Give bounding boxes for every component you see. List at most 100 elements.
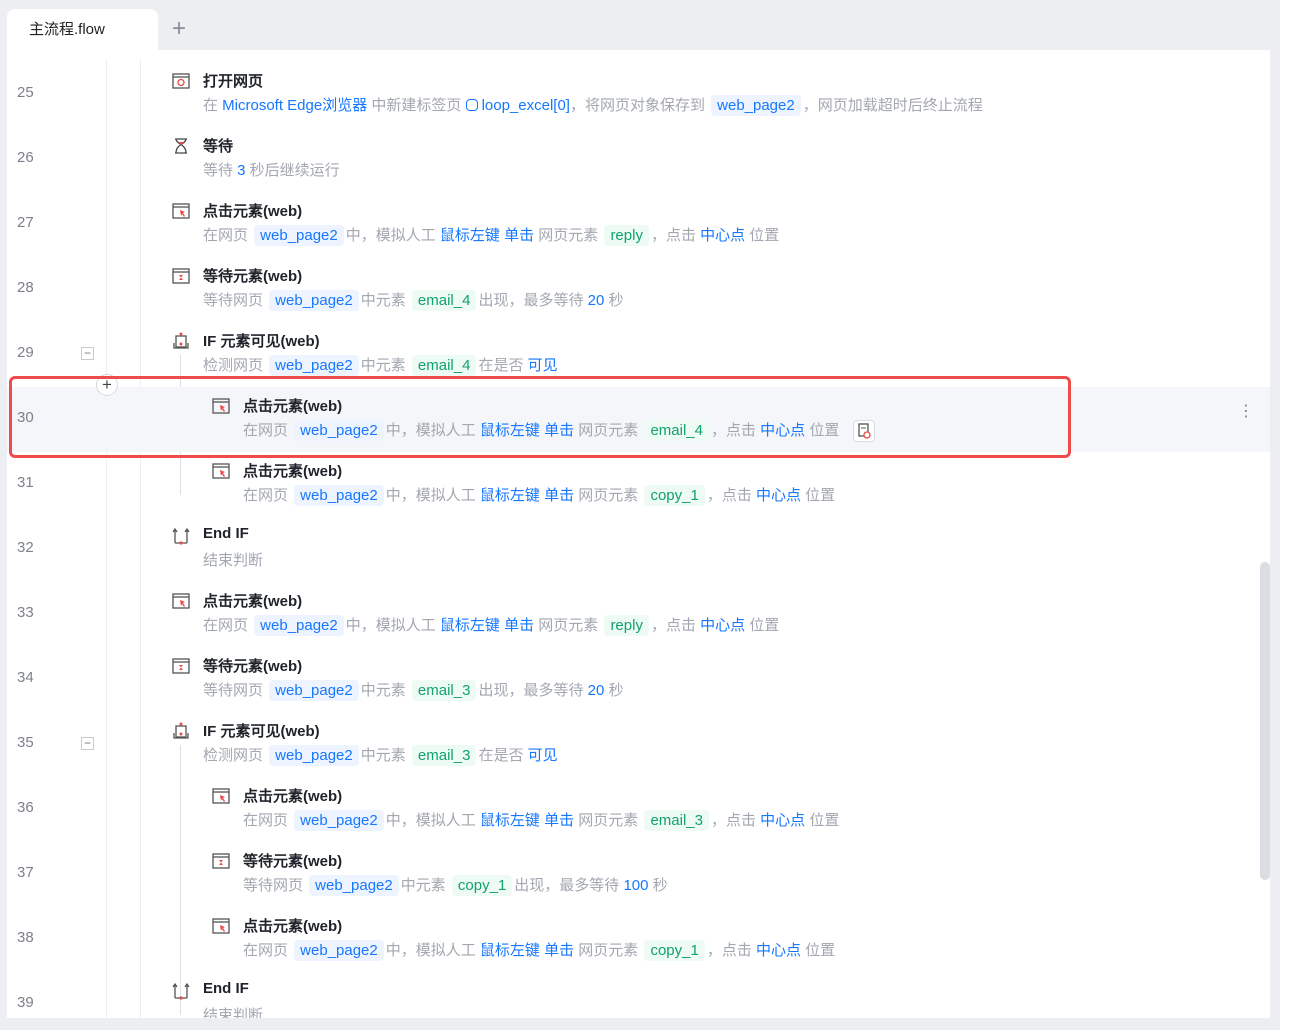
python-icon (465, 99, 478, 111)
step-description: 在网页 web_page2 中，模拟人工 鼠标左键 单击 网页元素 reply ，点… (203, 614, 780, 636)
parameter-link[interactable]: 鼠标左键 单击 (480, 422, 574, 439)
flow-step-row[interactable]: 28 等待元素(web) 等待网页 web_page2 中元素 email_4 出现，最… (7, 257, 1270, 322)
variable-chip[interactable]: web_page2 (294, 940, 384, 961)
add-step-button[interactable]: + (96, 374, 118, 396)
parameter-link[interactable]: 100 (623, 877, 648, 894)
description-text: 位置 (745, 617, 780, 634)
element-chip[interactable]: email_4 (411, 290, 477, 311)
log-icon[interactable] (853, 420, 876, 442)
wait-element-icon (172, 267, 190, 285)
tab-main-flow[interactable]: 主流程.flow (7, 9, 158, 50)
add-tab-button[interactable]: + (166, 14, 192, 44)
variable-chip[interactable]: web_page2 (294, 810, 384, 831)
parameter-link[interactable]: Microsoft Edge浏览器 (222, 97, 367, 114)
step-title: 等待元素(web) (243, 853, 343, 870)
parameter-link[interactable]: 鼠标左键 单击 (480, 487, 574, 504)
description-text: 在网页 (243, 812, 293, 829)
variable-chip[interactable]: web_page2 (711, 95, 801, 116)
element-chip[interactable]: copy_1 (644, 940, 705, 961)
parameter-link[interactable]: 鼠标左键 单击 (480, 942, 574, 959)
parameter-link[interactable]: 中心点 (700, 617, 745, 634)
collapse-toggle[interactable]: − (81, 737, 94, 750)
step-title: 点击元素(web) (203, 593, 303, 610)
description-text: ，点击 (650, 227, 701, 244)
hourglass-icon (172, 137, 190, 155)
flow-step-row[interactable]: 30 + ⋮ 点击元素(web) 在网页 web_page2 中，模拟人工 鼠标左键 单击… (7, 374, 1270, 452)
step-title: 点击元素(web) (243, 398, 343, 415)
step-title: 打开网页 (203, 73, 264, 90)
step-description: 结束判断 (203, 549, 263, 570)
line-number: 36 (17, 799, 34, 816)
variable-chip[interactable]: web_page2 (254, 615, 344, 636)
variable-chip[interactable]: web_page2 (269, 290, 359, 311)
description-text: 检测网页 (203, 357, 268, 374)
element-chip[interactable]: reply (604, 225, 649, 246)
flow-step-row[interactable]: 27 点击元素(web) 在网页 web_page2 中，模拟人工 鼠标左键 单击 网… (7, 192, 1270, 257)
collapse-toggle[interactable]: − (81, 347, 94, 360)
parameter-link[interactable]: 3 (237, 162, 245, 179)
flow-step-row[interactable]: 33 点击元素(web) 在网页 web_page2 中，模拟人工 鼠标左键 单击 网… (7, 582, 1270, 647)
parameter-link[interactable]: 中心点 (760, 812, 805, 829)
element-chip[interactable]: copy_1 (451, 875, 513, 896)
flow-step-row[interactable]: 29 − IF 元素可见(web) 检测网页 web_page2 中元素 email_4… (7, 322, 1270, 387)
variable-chip[interactable]: web_page2 (269, 680, 359, 701)
parameter-link[interactable]: 可见 (528, 357, 558, 374)
flow-step-row[interactable]: 35 − IF 元素可见(web) 检测网页 web_page2 中元素 email_3… (7, 712, 1270, 777)
element-chip[interactable]: email_3 (644, 810, 709, 831)
element-chip[interactable]: reply (604, 615, 649, 636)
step-title: 点击元素(web) (243, 918, 343, 935)
variable-chip[interactable]: web_page2 (294, 420, 384, 441)
description-text: 在网页 (203, 227, 253, 244)
description-text: 网页元素 (574, 942, 643, 959)
flow-step-row[interactable]: 38 点击元素(web) 在网页 web_page2 中，模拟人工 鼠标左键 单击 网… (7, 907, 1270, 972)
description-text: 网页元素 (574, 422, 643, 439)
parameter-link[interactable]: 中心点 (760, 422, 805, 439)
variable-chip[interactable]: web_page2 (269, 355, 359, 376)
click-element-icon (172, 202, 190, 220)
element-chip[interactable]: copy_1 (644, 485, 705, 506)
element-chip[interactable]: email_4 (644, 420, 709, 441)
description-text: 中元素 (360, 682, 410, 699)
parameter-link[interactable]: 中心点 (756, 942, 801, 959)
parameter-link[interactable]: 鼠标左键 单击 (480, 812, 574, 829)
more-options-icon[interactable]: ⋮ (1238, 404, 1254, 420)
element-chip[interactable]: email_4 (411, 355, 477, 376)
parameter-link[interactable]: 中心点 (756, 487, 801, 504)
description-text: 位置 (801, 942, 836, 959)
description-text: 等待网页 (203, 682, 268, 699)
flow-step-row[interactable]: 25 打开网页在 Microsoft Edge浏览器 中新建标签页 loop_ex… (7, 62, 1270, 127)
flow-step-row[interactable]: 34 等待元素(web) 等待网页 web_page2 中元素 email_3 出现，最… (7, 647, 1270, 712)
description-text: 秒后继续运行 (245, 162, 340, 179)
flow-step-row[interactable]: 31 点击元素(web) 在网页 web_page2 中，模拟人工 鼠标左键 单击 网… (7, 452, 1270, 517)
step-description: 在 Microsoft Edge浏览器 中新建标签页 loop_excel[0]… (203, 94, 983, 116)
parameter-link[interactable]: 中心点 (700, 227, 745, 244)
flow-step-row[interactable]: 37 等待元素(web) 等待网页 web_page2 中元素 copy_1 出现，最多… (7, 842, 1270, 907)
variable-chip[interactable]: web_page2 (254, 225, 344, 246)
description-text: 中元素 (360, 747, 410, 764)
click-element-icon (212, 462, 230, 480)
variable-chip[interactable]: web_page2 (294, 485, 384, 506)
variable-chip[interactable]: web_page2 (269, 745, 359, 766)
flow-step-row[interactable]: 26 等待 等待 3 秒后继续运行 (7, 127, 1270, 192)
parameter-link[interactable]: 鼠标左键 单击 (440, 617, 534, 634)
description-text: 位置 (745, 227, 780, 244)
parameter-link[interactable]: 可见 (528, 747, 558, 764)
vertical-scrollbar[interactable] (1260, 562, 1270, 880)
element-chip[interactable]: email_3 (411, 745, 477, 766)
variable-link[interactable]: loop_excel[0] (482, 97, 570, 114)
description-text: 中元素 (360, 292, 410, 309)
click-element-icon (212, 917, 230, 935)
flow-step-row[interactable]: 36 点击元素(web) 在网页 web_page2 中，模拟人工 鼠标左键 单击 网… (7, 777, 1270, 842)
step-description: 在网页 web_page2 中，模拟人工 鼠标左键 单击 网页元素 reply ，点… (203, 224, 780, 246)
variable-chip[interactable]: web_page2 (309, 875, 399, 896)
flow-step-row[interactable]: 39 End IF 结束判断 (7, 972, 1270, 1018)
step-description: 检测网页 web_page2 中元素 email_3 在是否 可见 (203, 744, 558, 766)
flow-step-row[interactable]: 32 End IF 结束判断 (7, 517, 1270, 582)
step-title: 等待元素(web) (203, 658, 303, 675)
step-title: 等待 (203, 138, 234, 155)
parameter-link[interactable]: 鼠标左键 单击 (440, 227, 534, 244)
parameter-link[interactable]: 20 (588, 682, 605, 699)
parameter-link[interactable]: 20 (588, 292, 605, 309)
if-visible-icon (172, 722, 190, 740)
element-chip[interactable]: email_3 (411, 680, 477, 701)
